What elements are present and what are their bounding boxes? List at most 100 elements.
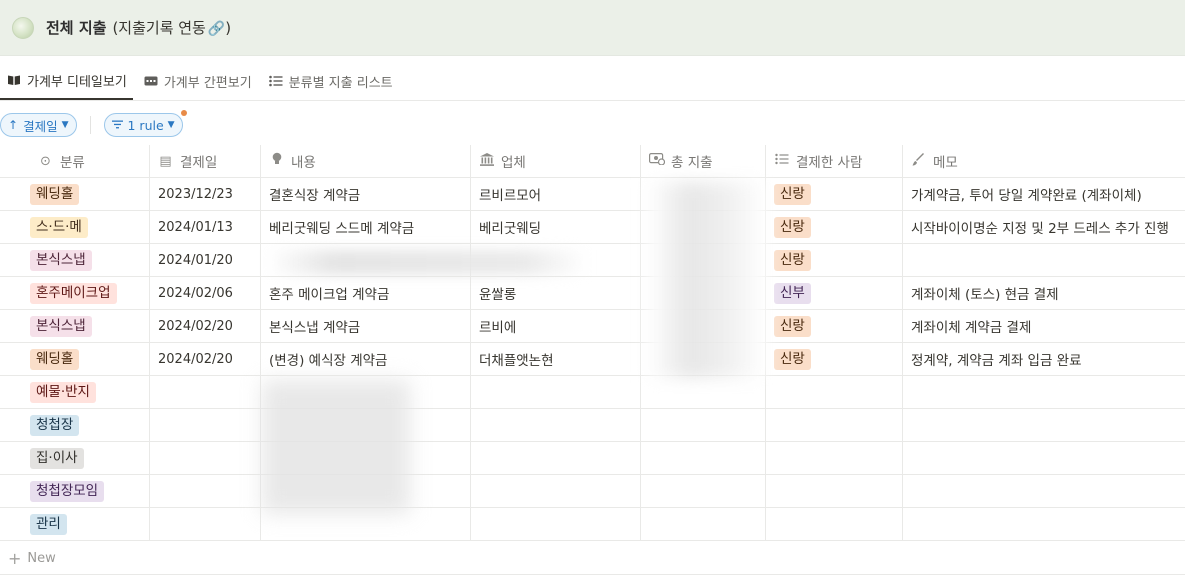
page-title[interactable]: 전체 지출 [46, 17, 106, 38]
table-row[interactable]: 관리 [0, 508, 1185, 541]
cell-total[interactable] [641, 508, 766, 540]
cell-memo[interactable]: 정계약, 계약금 계좌 입금 완료 [903, 343, 1185, 375]
cell-vendor[interactable] [471, 376, 641, 408]
cell-date[interactable] [150, 475, 261, 507]
cell-memo[interactable]: 가계약금, 투어 당일 계약완료 (계좌이체) [903, 178, 1185, 210]
table-row[interactable]: 청첩장모임 [0, 475, 1185, 508]
tab-category-list[interactable]: 분류별 지출 리스트 [262, 62, 399, 100]
cell-date[interactable] [150, 508, 261, 540]
new-row-button[interactable]: + New [0, 542, 1185, 575]
cell-date[interactable]: 2023/12/23 [150, 178, 261, 210]
bulb-icon [269, 152, 284, 170]
table-row[interactable]: 스·드·메 2024/01/13 베리굿웨딩 스드메 계약금 베리굿웨딩 신랑 시작바이이… [0, 211, 1185, 244]
table-row[interactable]: 집·이사 [0, 442, 1185, 475]
cell-vendor[interactable]: 르비에 [471, 310, 641, 342]
cell-payer[interactable] [766, 475, 903, 507]
cell-payer[interactable] [766, 376, 903, 408]
cell-vendor[interactable] [471, 409, 641, 441]
sort-pill[interactable]: ↑ 결제일 ▼ [0, 113, 77, 137]
table-row[interactable]: 웨딩홀 2024/02/20 (변경) 예식장 계약금 더채플앳논현 신랑 정계약, 계약… [0, 343, 1185, 376]
table-row[interactable]: 본식스냅 2024/01/20 신랑 [0, 244, 1185, 277]
cell-total[interactable] [641, 475, 766, 507]
cell-vendor[interactable]: 윤쌀롱 [471, 277, 641, 309]
cell-vendor[interactable] [471, 475, 641, 507]
column-header-total[interactable]: 총 지출 [641, 145, 766, 177]
cell-category[interactable]: 청첩장 [0, 409, 150, 441]
table-row[interactable]: 본식스냅 2024/02/20 본식스냅 계약금 르비에 신랑 계좌이체 계약금 결제 [0, 310, 1185, 343]
cell-content[interactable]: (변경) 예식장 계약금 [261, 343, 471, 375]
column-header-vendor[interactable]: 업체 [471, 145, 641, 177]
cell-memo[interactable] [903, 244, 1185, 276]
cell-category[interactable]: 관리 [0, 508, 150, 540]
column-header-memo[interactable]: 메모 [903, 145, 1185, 177]
cell-date[interactable] [150, 376, 261, 408]
cell-payer[interactable]: 신랑 [766, 244, 903, 276]
tab-simple-view[interactable]: 가계부 간편보기 [137, 62, 258, 100]
memo-value: 가계약금, 투어 당일 계약완료 (계좌이체) [911, 188, 1142, 204]
column-header-payer[interactable]: 결제한 사람 [766, 145, 903, 177]
cell-payer[interactable]: 신랑 [766, 211, 903, 243]
cell-date[interactable]: 2024/01/13 [150, 211, 261, 243]
cell-memo[interactable] [903, 475, 1185, 507]
cell-payer[interactable]: 신부 [766, 277, 903, 309]
cell-memo[interactable]: 계좌이체 계약금 결제 [903, 310, 1185, 342]
cell-date[interactable] [150, 409, 261, 441]
cell-date[interactable] [150, 442, 261, 474]
link-icon[interactable]: 🔗 [208, 21, 225, 37]
cell-category[interactable]: 웨딩홀 [0, 343, 150, 375]
column-label: 총 지출 [671, 155, 713, 171]
cell-payer[interactable] [766, 409, 903, 441]
cell-content[interactable]: 혼주 메이크업 계약금 [261, 277, 471, 309]
tab-detail-view[interactable]: 가계부 디테일보기 [0, 62, 133, 100]
cell-memo[interactable] [903, 409, 1185, 441]
cell-date[interactable]: 2024/01/20 [150, 244, 261, 276]
cell-total[interactable] [641, 409, 766, 441]
cell-date[interactable]: 2024/02/20 [150, 343, 261, 375]
cell-total[interactable] [641, 442, 766, 474]
table-row[interactable]: 웨딩홀 2023/12/23 결혼식장 계약금 르비르모어 신랑 가계약금, 투어 당일 … [0, 178, 1185, 211]
vendor-value: 더채플앳논현 [479, 353, 554, 369]
cell-category[interactable]: 본식스냅 [0, 310, 150, 342]
cell-payer[interactable]: 신랑 [766, 178, 903, 210]
filter-rule-pill[interactable]: 1 rule ▼ [103, 113, 183, 137]
cell-vendor[interactable] [471, 442, 641, 474]
cell-category[interactable]: 혼주메이크업 [0, 277, 150, 309]
cell-content[interactable]: 본식스냅 계약금 [261, 310, 471, 342]
cell-category[interactable]: 예물·반지 [0, 376, 150, 408]
cell-payer[interactable] [766, 442, 903, 474]
cell-payer[interactable]: 신랑 [766, 343, 903, 375]
table-row[interactable]: 청첩장 [0, 409, 1185, 442]
column-header-category[interactable]: ⊙ 분류 [0, 145, 150, 177]
new-label: New [27, 550, 56, 566]
column-header-date[interactable]: ▤ 결제일 [150, 145, 261, 177]
cell-date[interactable]: 2024/02/06 [150, 277, 261, 309]
cell-category[interactable]: 집·이사 [0, 442, 150, 474]
chevron-down-icon: ▼ [61, 120, 69, 130]
cell-payer[interactable] [766, 508, 903, 540]
cell-vendor[interactable]: 르비르모어 [471, 178, 641, 210]
cell-vendor[interactable]: 더채플앳논현 [471, 343, 641, 375]
table-row[interactable]: 예물·반지 [0, 376, 1185, 409]
cell-total[interactable] [641, 376, 766, 408]
cell-category[interactable]: 본식스냅 [0, 244, 150, 276]
cell-category[interactable]: 청첩장모임 [0, 475, 150, 507]
cell-memo[interactable]: 시작바이이명순 지정 및 2부 드레스 추가 진행 [903, 211, 1185, 243]
cell-memo[interactable] [903, 376, 1185, 408]
column-header-content[interactable]: 내용 [261, 145, 471, 177]
column-label: 결제일 [180, 155, 218, 171]
date-value: 2024/02/20 [158, 318, 233, 334]
page-icon[interactable] [12, 16, 34, 39]
list-icon [268, 75, 284, 87]
cell-category[interactable]: 웨딩홀 [0, 178, 150, 210]
table-row[interactable]: 혼주메이크업 2024/02/06 혼주 메이크업 계약금 윤쌀롱 신부 계좌이체 (토스… [0, 277, 1185, 310]
cell-vendor[interactable]: 베리굿웨딩 [471, 211, 641, 243]
cell-content[interactable]: 결혼식장 계약금 [261, 178, 471, 210]
cell-memo[interactable] [903, 442, 1185, 474]
cell-date[interactable]: 2024/02/20 [150, 310, 261, 342]
cell-memo[interactable]: 계좌이체 (토스) 현금 결제 [903, 277, 1185, 309]
cell-payer[interactable]: 신랑 [766, 310, 903, 342]
cell-category[interactable]: 스·드·메 [0, 211, 150, 243]
cell-content[interactable]: 베리굿웨딩 스드메 계약금 [261, 211, 471, 243]
cell-vendor[interactable] [471, 508, 641, 540]
cell-memo[interactable] [903, 508, 1185, 540]
